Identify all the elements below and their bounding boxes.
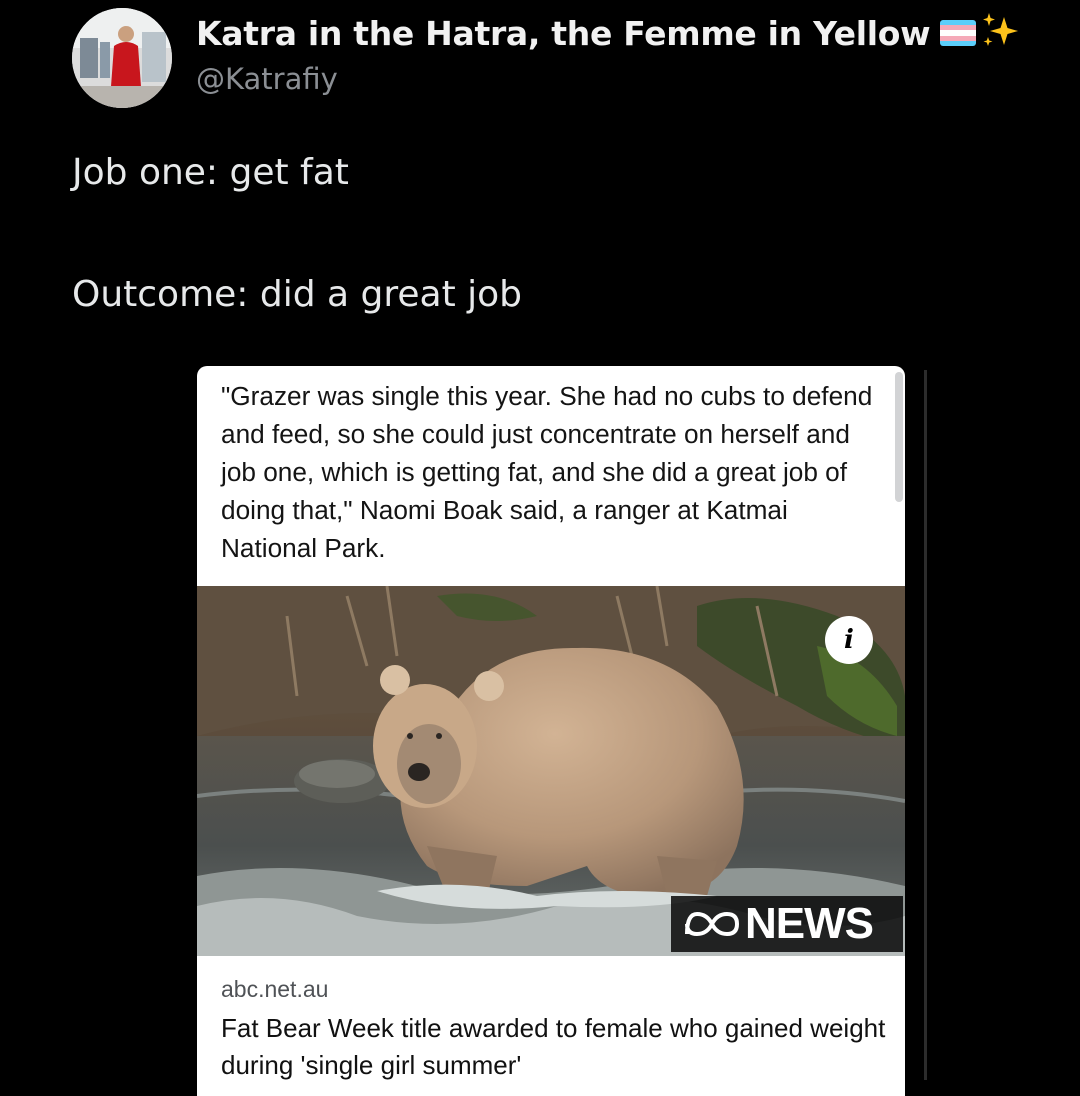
page-scrollbar[interactable] [924,370,927,1080]
card-scrollbar[interactable] [895,372,903,502]
display-name[interactable]: Katra in the Hatra, the Femme in Yellow [196,14,931,53]
abc-news-logo: NEWS [671,896,903,952]
avatar[interactable] [72,8,172,108]
article-card[interactable]: "Grazer was single this year. She had no… [197,366,905,1096]
article-headline[interactable]: Fat Bear Week title awarded to female wh… [221,1010,891,1084]
article-domain[interactable]: abc.net.au [221,976,328,1003]
tweet-text-line: Outcome: did a great job [72,274,523,315]
info-icon[interactable]: i [825,616,873,664]
bear-photo[interactable]: i NEWS [197,586,905,956]
tweet-text-line: Job one: get fat [72,152,349,193]
abc-logo-icon [685,911,740,937]
user-handle[interactable]: @Katrafiy [196,62,1056,96]
tweet-header: Katra in the Hatra, the Femme in Yellow … [196,10,1056,96]
news-watermark-text: NEWS [745,899,874,948]
sparkles-emoji [980,11,1020,56]
name-row: Katra in the Hatra, the Femme in Yellow [196,10,1056,56]
avatar-image [72,8,172,108]
article-quote: "Grazer was single this year. She had no… [221,381,873,563]
transgender-flag-emoji [940,20,977,46]
